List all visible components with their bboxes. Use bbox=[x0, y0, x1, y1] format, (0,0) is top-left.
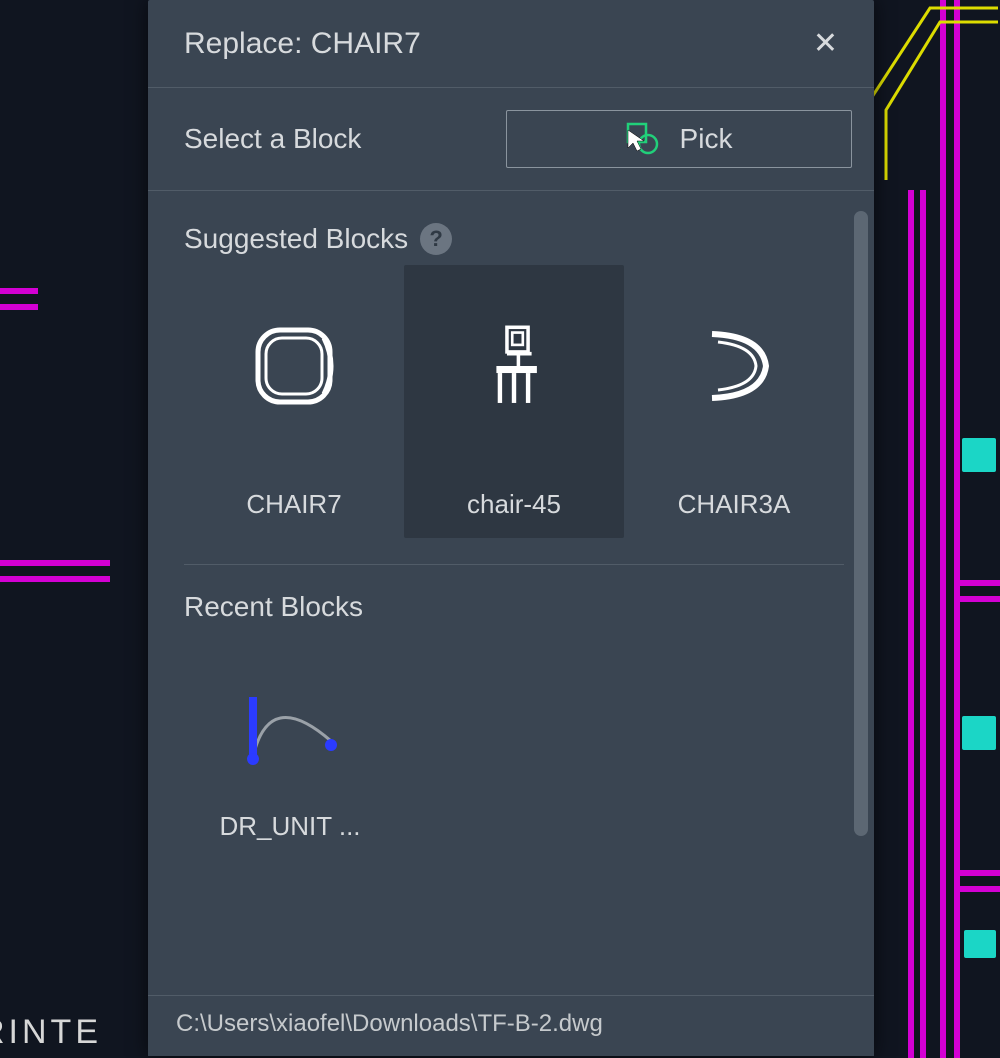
cad-line bbox=[954, 886, 1000, 892]
block-card-chair7[interactable]: CHAIR7 bbox=[184, 265, 404, 538]
block-thumb-chair3a bbox=[659, 291, 809, 441]
select-block-row: Select a Block Pick bbox=[148, 88, 874, 191]
block-label: chair-45 bbox=[467, 489, 561, 520]
block-thumb-chair7 bbox=[219, 291, 369, 441]
cad-line bbox=[954, 596, 1000, 602]
cad-line bbox=[920, 190, 926, 1058]
file-path-footer: C:\Users\xiaofel\Downloads\TF-B-2.dwg bbox=[148, 995, 874, 1056]
suggested-blocks-heading: Suggested Blocks ? bbox=[184, 223, 844, 255]
panel-header: Replace: CHAIR7 ✕ bbox=[148, 0, 874, 88]
suggested-blocks-title: Suggested Blocks bbox=[184, 223, 408, 255]
help-icon[interactable]: ? bbox=[420, 223, 452, 255]
scrollbar[interactable] bbox=[854, 211, 868, 905]
block-card-dr-unit[interactable]: DR_UNIT ... bbox=[184, 637, 396, 847]
panel-title: Replace: CHAIR7 bbox=[184, 27, 421, 61]
close-icon[interactable]: ✕ bbox=[805, 22, 846, 65]
cad-line bbox=[0, 288, 38, 294]
block-label: CHAIR7 bbox=[246, 489, 341, 520]
cad-line bbox=[954, 870, 1000, 876]
block-thumb-dr-unit bbox=[215, 661, 365, 781]
panel-body: Suggested Blocks ? CHAIR7 bbox=[148, 191, 874, 995]
select-block-label: Select a Block bbox=[184, 123, 361, 155]
pick-button-label: Pick bbox=[680, 123, 733, 155]
recent-blocks-heading: Recent Blocks bbox=[184, 591, 844, 623]
pick-icon bbox=[626, 122, 660, 156]
cad-line bbox=[0, 304, 38, 310]
block-label: DR_UNIT ... bbox=[219, 811, 360, 842]
block-label: CHAIR3A bbox=[678, 489, 791, 520]
cad-line bbox=[0, 560, 110, 566]
scrollbar-thumb[interactable] bbox=[854, 211, 868, 836]
replace-block-panel: Replace: CHAIR7 ✕ Select a Block Pick bbox=[148, 0, 874, 1056]
cad-line bbox=[954, 580, 1000, 586]
block-card-chair-45[interactable]: chair-45 bbox=[404, 265, 624, 538]
suggested-blocks-list: CHAIR7 chair- bbox=[184, 265, 844, 565]
tool-icon[interactable] bbox=[962, 716, 996, 750]
cad-line bbox=[0, 576, 110, 582]
tool-icon[interactable] bbox=[962, 438, 996, 472]
cad-line bbox=[908, 190, 914, 1058]
pick-button[interactable]: Pick bbox=[506, 110, 852, 168]
tool-icon[interactable] bbox=[964, 930, 996, 958]
canvas-bottom-text: RINTE bbox=[0, 1013, 102, 1052]
block-card-chair3a[interactable]: CHAIR3A bbox=[624, 265, 844, 538]
block-thumb-chair-45 bbox=[439, 291, 589, 441]
